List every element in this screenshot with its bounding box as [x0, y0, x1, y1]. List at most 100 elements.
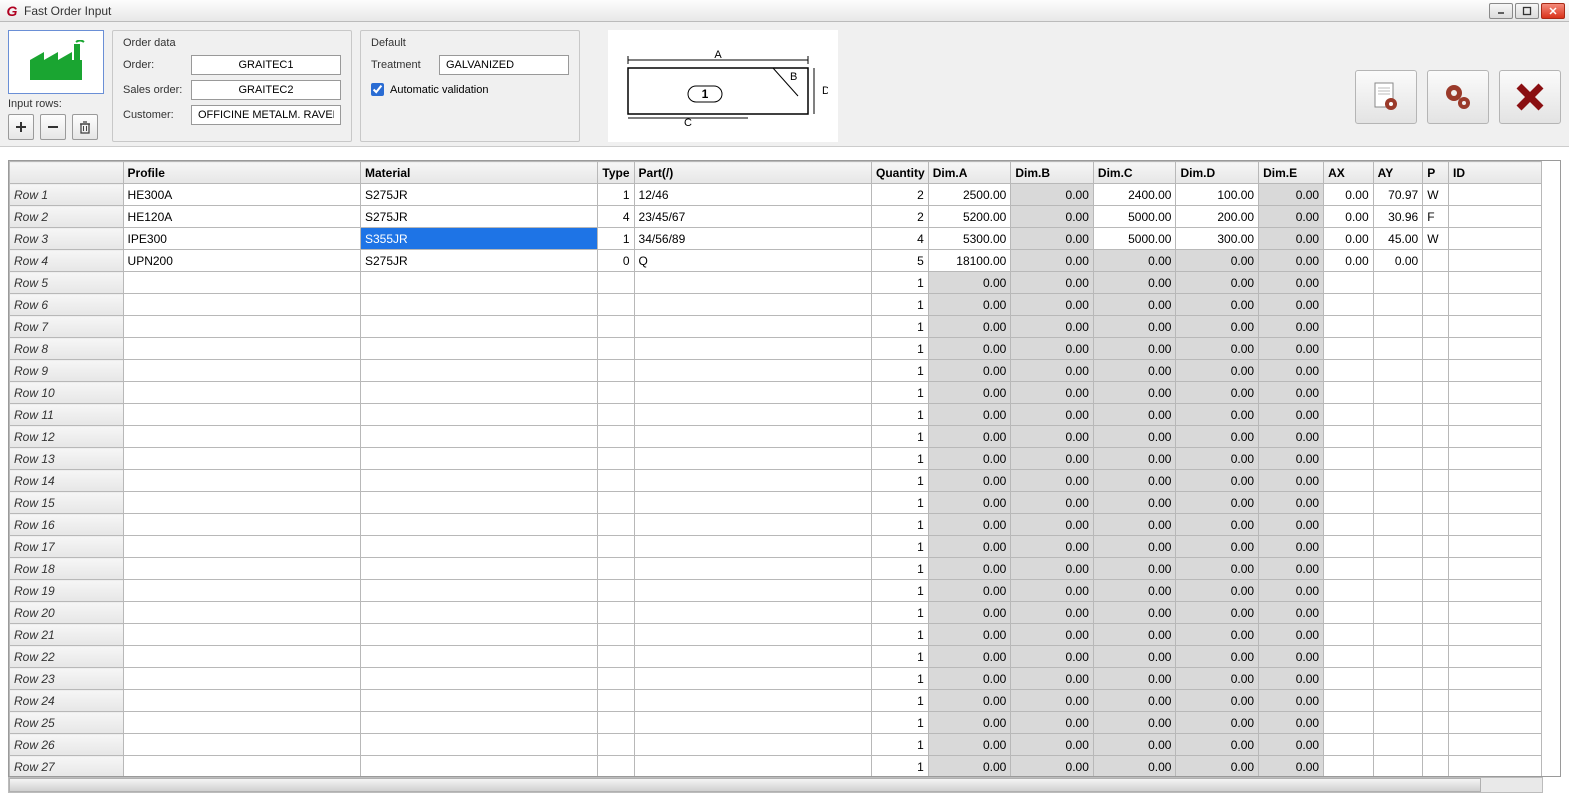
cell-qty[interactable]: 1: [871, 756, 928, 777]
cell-p[interactable]: [1423, 690, 1449, 712]
row-header[interactable]: Row 16: [10, 514, 124, 536]
col-header[interactable]: AX: [1324, 162, 1374, 184]
cell-ay[interactable]: [1373, 448, 1423, 470]
cell-qty[interactable]: 1: [871, 712, 928, 734]
cell-ay[interactable]: [1373, 514, 1423, 536]
cell-dimD[interactable]: 0.00: [1176, 360, 1259, 382]
cell-dimB[interactable]: 0.00: [1011, 206, 1094, 228]
cell-dimB[interactable]: 0.00: [1011, 294, 1094, 316]
cell-p[interactable]: [1423, 712, 1449, 734]
cell-ax[interactable]: [1324, 294, 1374, 316]
cell-dimA[interactable]: 0.00: [928, 404, 1011, 426]
cell-qty[interactable]: 1: [871, 558, 928, 580]
cancel-button[interactable]: [1499, 70, 1561, 124]
cell-dimE[interactable]: 0.00: [1259, 206, 1324, 228]
treatment-field[interactable]: [439, 55, 569, 75]
cell-type[interactable]: [598, 514, 634, 536]
cell-ax[interactable]: 0.00: [1324, 250, 1374, 272]
cell-material[interactable]: [360, 470, 597, 492]
cell-p[interactable]: [1423, 668, 1449, 690]
cell-dimE[interactable]: 0.00: [1259, 514, 1324, 536]
cell-dimA[interactable]: 0.00: [928, 712, 1011, 734]
cell-ax[interactable]: [1324, 514, 1374, 536]
cell-type[interactable]: [598, 734, 634, 756]
cell-profile[interactable]: HE120A: [123, 206, 360, 228]
cell-type[interactable]: [598, 536, 634, 558]
cell-id[interactable]: [1448, 448, 1541, 470]
cell-dimA[interactable]: 5300.00: [928, 228, 1011, 250]
cell-profile[interactable]: [123, 536, 360, 558]
col-header[interactable]: P: [1423, 162, 1449, 184]
factory-button[interactable]: [8, 30, 104, 94]
cell-dimC[interactable]: 0.00: [1093, 646, 1176, 668]
cell-ax[interactable]: [1324, 558, 1374, 580]
cell-id[interactable]: [1448, 514, 1541, 536]
cell-type[interactable]: 1: [598, 228, 634, 250]
add-row-button[interactable]: [8, 114, 34, 140]
row-header[interactable]: Row 17: [10, 536, 124, 558]
cell-p[interactable]: W: [1423, 184, 1449, 206]
cell-part[interactable]: [634, 448, 871, 470]
cell-p[interactable]: [1423, 250, 1449, 272]
cell-ay[interactable]: [1373, 558, 1423, 580]
cell-ay[interactable]: 70.97: [1373, 184, 1423, 206]
col-header[interactable]: Dim.D: [1176, 162, 1259, 184]
cell-qty[interactable]: 1: [871, 734, 928, 756]
cell-dimE[interactable]: 0.00: [1259, 448, 1324, 470]
cell-material[interactable]: [360, 712, 597, 734]
cell-ax[interactable]: [1324, 624, 1374, 646]
cell-dimA[interactable]: 0.00: [928, 690, 1011, 712]
cell-type[interactable]: [598, 426, 634, 448]
cell-p[interactable]: [1423, 756, 1449, 777]
cell-type[interactable]: [598, 646, 634, 668]
cell-qty[interactable]: 2: [871, 184, 928, 206]
cell-id[interactable]: [1448, 338, 1541, 360]
cell-id[interactable]: [1448, 316, 1541, 338]
cell-dimA[interactable]: 0.00: [928, 316, 1011, 338]
cell-dimA[interactable]: 0.00: [928, 470, 1011, 492]
cell-type[interactable]: [598, 360, 634, 382]
cell-material[interactable]: S355JR: [360, 228, 597, 250]
cell-material[interactable]: [360, 734, 597, 756]
document-settings-button[interactable]: [1355, 70, 1417, 124]
cell-dimE[interactable]: 0.00: [1259, 338, 1324, 360]
cell-material[interactable]: [360, 580, 597, 602]
cell-id[interactable]: [1448, 712, 1541, 734]
cell-ay[interactable]: [1373, 470, 1423, 492]
cell-material[interactable]: [360, 756, 597, 777]
row-header[interactable]: Row 15: [10, 492, 124, 514]
cell-id[interactable]: [1448, 646, 1541, 668]
cell-dimE[interactable]: 0.00: [1259, 624, 1324, 646]
cell-dimA[interactable]: 18100.00: [928, 250, 1011, 272]
cell-ax[interactable]: [1324, 338, 1374, 360]
cell-p[interactable]: W: [1423, 228, 1449, 250]
cell-dimE[interactable]: 0.00: [1259, 382, 1324, 404]
cell-part[interactable]: [634, 712, 871, 734]
cell-profile[interactable]: [123, 470, 360, 492]
cell-p[interactable]: [1423, 294, 1449, 316]
cell-dimB[interactable]: 0.00: [1011, 470, 1094, 492]
cell-ax[interactable]: [1324, 690, 1374, 712]
cell-part[interactable]: [634, 470, 871, 492]
cell-ay[interactable]: [1373, 624, 1423, 646]
cell-dimC[interactable]: 0.00: [1093, 514, 1176, 536]
cell-dimC[interactable]: 0.00: [1093, 382, 1176, 404]
cell-material[interactable]: [360, 624, 597, 646]
cell-material[interactable]: [360, 668, 597, 690]
col-header[interactable]: Dim.E: [1259, 162, 1324, 184]
cell-id[interactable]: [1448, 492, 1541, 514]
cell-id[interactable]: [1448, 624, 1541, 646]
cell-dimA[interactable]: 0.00: [928, 272, 1011, 294]
cell-dimD[interactable]: 300.00: [1176, 228, 1259, 250]
cell-ay[interactable]: [1373, 712, 1423, 734]
cell-dimB[interactable]: 0.00: [1011, 580, 1094, 602]
cell-dimE[interactable]: 0.00: [1259, 712, 1324, 734]
cell-part[interactable]: [634, 514, 871, 536]
cell-id[interactable]: [1448, 426, 1541, 448]
cell-ax[interactable]: [1324, 316, 1374, 338]
cell-dimA[interactable]: 0.00: [928, 514, 1011, 536]
row-header[interactable]: Row 22: [10, 646, 124, 668]
cell-type[interactable]: [598, 272, 634, 294]
cell-dimB[interactable]: 0.00: [1011, 624, 1094, 646]
row-header[interactable]: Row 25: [10, 712, 124, 734]
